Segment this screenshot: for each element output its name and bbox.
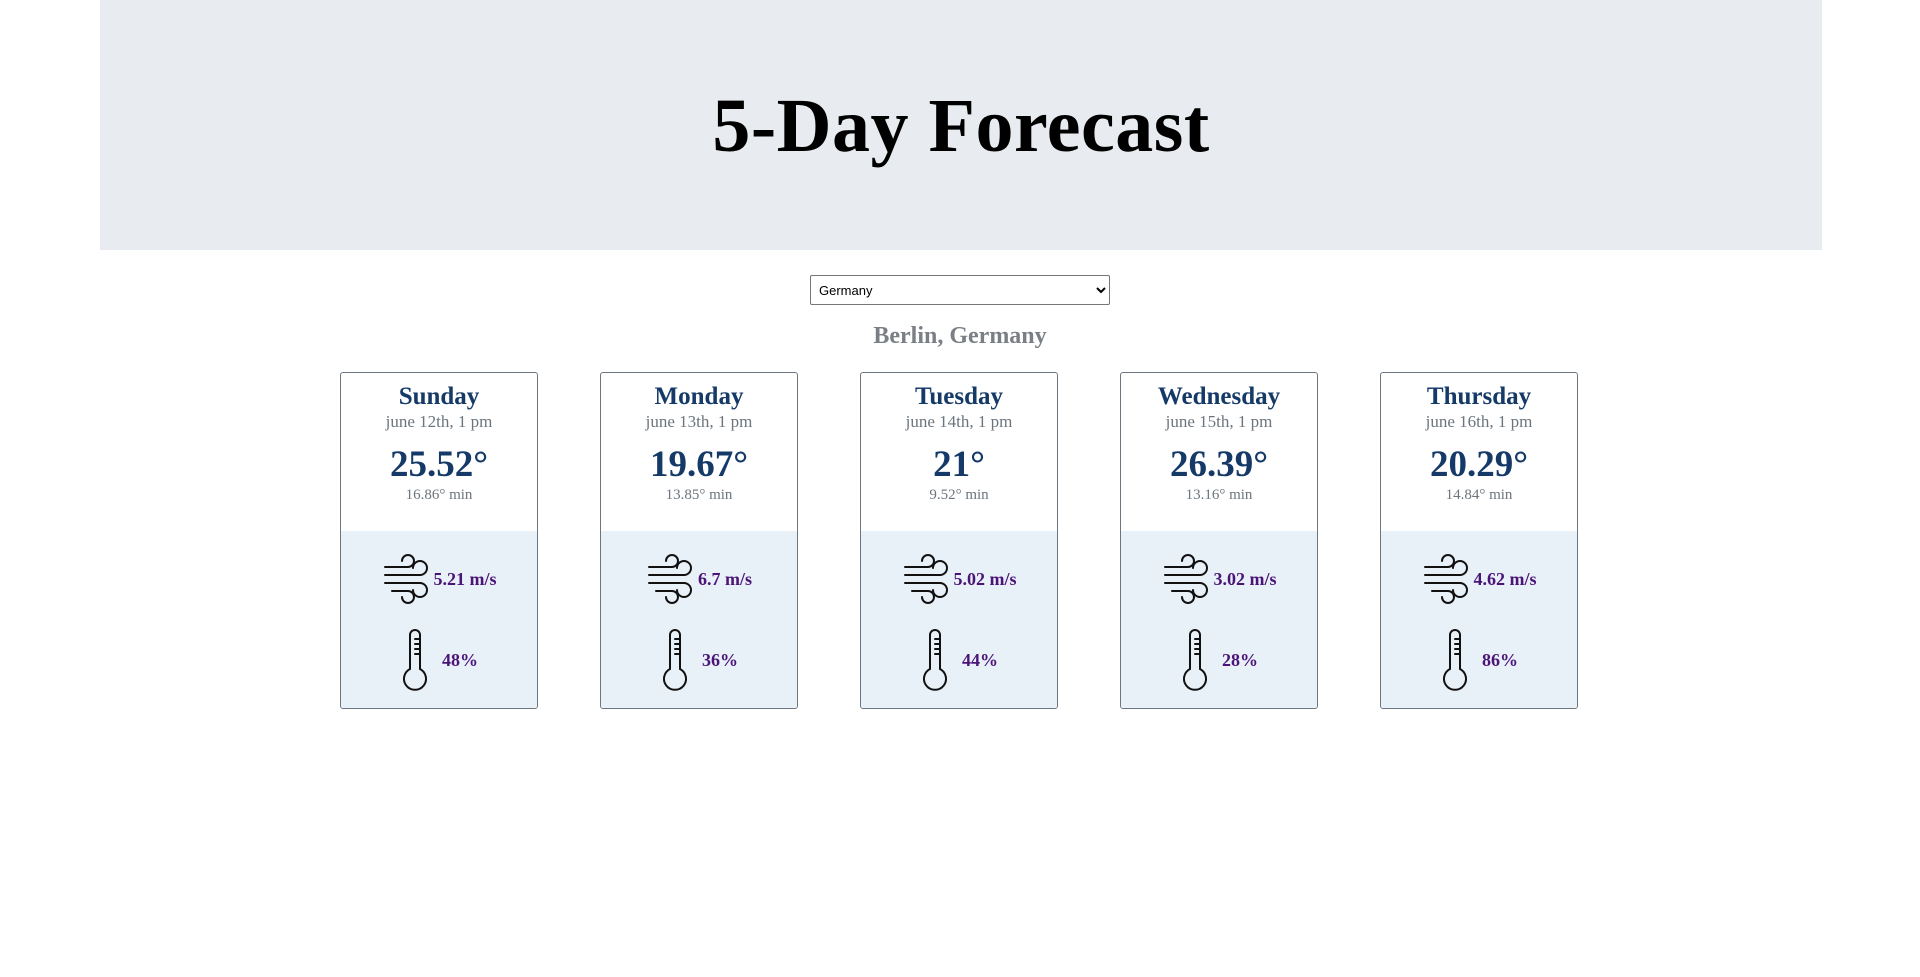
card-details: 6.7 m/s 36% xyxy=(601,531,797,708)
thermometer-icon xyxy=(923,629,947,691)
min-temperature: 13.85° min xyxy=(665,487,733,503)
card-details: 4.62 m/s 86% xyxy=(1381,531,1577,708)
thermometer-icon xyxy=(1183,629,1207,691)
card-summary: Wednesday june 15th, 1 pm 26.39° 13.16° … xyxy=(1121,373,1317,531)
humidity-value: 48% xyxy=(442,649,478,670)
humidity-row: 28% xyxy=(1121,629,1317,691)
humidity-value: 36% xyxy=(702,649,738,670)
temperature: 25.52° xyxy=(389,444,489,485)
wind-row: 6.7 m/s xyxy=(601,553,797,605)
country-select[interactable]: Germany xyxy=(810,275,1110,305)
temperature: 26.39° xyxy=(1169,444,1269,485)
temperature: 20.29° xyxy=(1429,444,1529,485)
forecast-date: june 13th, 1 pm xyxy=(645,412,753,431)
wind-speed: 4.62 m/s xyxy=(1473,568,1537,589)
location-title: Berlin, Germany xyxy=(873,323,1047,349)
humidity-value: 28% xyxy=(1222,649,1258,670)
humidity-row: 44% xyxy=(861,629,1057,691)
day-name: Wednesday xyxy=(1157,383,1281,410)
country-select-wrapper: Germany xyxy=(810,275,1110,305)
day-name: Tuesday xyxy=(914,383,1003,410)
card-summary: Tuesday june 14th, 1 pm 21° 9.52° min xyxy=(861,373,1057,531)
card-details: 5.02 m/s 44% xyxy=(861,531,1057,708)
card-details: 3.02 m/s 28% xyxy=(1121,531,1317,708)
wind-icon xyxy=(903,554,948,604)
card-summary: Thursday june 16th, 1 pm 20.29° 14.84° m… xyxy=(1381,373,1577,531)
day-name: Sunday xyxy=(398,383,480,410)
min-temperature: 9.52° min xyxy=(929,487,989,503)
card-summary: Sunday june 12th, 1 pm 25.52° 16.86° min xyxy=(341,373,537,531)
wind-row: 5.21 m/s xyxy=(341,553,537,605)
page-title: 5-Day Forecast xyxy=(712,83,1210,168)
wind-row: 5.02 m/s xyxy=(861,553,1057,605)
humidity-row: 48% xyxy=(341,629,537,691)
temperature: 19.67° xyxy=(649,444,749,485)
wind-speed: 6.7 m/s xyxy=(698,568,752,589)
wind-icon xyxy=(383,554,428,604)
wind-icon xyxy=(1163,554,1208,604)
min-temperature: 13.16° min xyxy=(1185,487,1253,503)
forecast-card-thursday: Thursday june 16th, 1 pm 20.29° 14.84° m… xyxy=(1380,372,1578,709)
forecast-card-sunday: Sunday june 12th, 1 pm 25.52° 16.86° min… xyxy=(340,372,538,709)
min-temperature: 14.84° min xyxy=(1445,487,1513,503)
page-header: 5-Day Forecast xyxy=(100,0,1822,250)
wind-icon xyxy=(1423,554,1468,604)
wind-row: 4.62 m/s xyxy=(1381,553,1577,605)
day-name: Monday xyxy=(654,383,744,410)
wind-row: 3.02 m/s xyxy=(1121,553,1317,605)
humidity-value: 86% xyxy=(1482,649,1518,670)
humidity-row: 36% xyxy=(601,629,797,691)
forecast-cards: Sunday june 12th, 1 pm 25.52° 16.86° min… xyxy=(340,372,1580,712)
wind-icon xyxy=(648,554,692,604)
forecast-card-monday: Monday june 13th, 1 pm 19.67° 13.85° min… xyxy=(600,372,798,709)
forecast-card-wednesday: Wednesday june 15th, 1 pm 26.39° 13.16° … xyxy=(1120,372,1318,709)
temperature: 21° xyxy=(933,444,985,485)
forecast-date: june 14th, 1 pm xyxy=(905,412,1013,431)
card-details: 5.21 m/s 48% xyxy=(341,531,537,708)
wind-speed: 5.21 m/s xyxy=(433,568,497,589)
thermometer-icon xyxy=(1443,629,1467,691)
thermometer-icon xyxy=(403,629,427,691)
forecast-date: june 15th, 1 pm xyxy=(1165,412,1273,431)
wind-speed: 5.02 m/s xyxy=(953,568,1017,589)
forecast-date: june 16th, 1 pm xyxy=(1425,412,1533,431)
min-temperature: 16.86° min xyxy=(405,487,473,503)
wind-speed: 3.02 m/s xyxy=(1213,568,1277,589)
forecast-card-tuesday: Tuesday june 14th, 1 pm 21° 9.52° min 5.… xyxy=(860,372,1058,709)
forecast-date: june 12th, 1 pm xyxy=(385,412,493,431)
humidity-row: 86% xyxy=(1381,629,1577,691)
humidity-value: 44% xyxy=(962,649,998,670)
day-name: Thursday xyxy=(1426,383,1532,410)
card-summary: Monday june 13th, 1 pm 19.67° 13.85° min xyxy=(601,373,797,531)
thermometer-icon xyxy=(663,629,687,691)
